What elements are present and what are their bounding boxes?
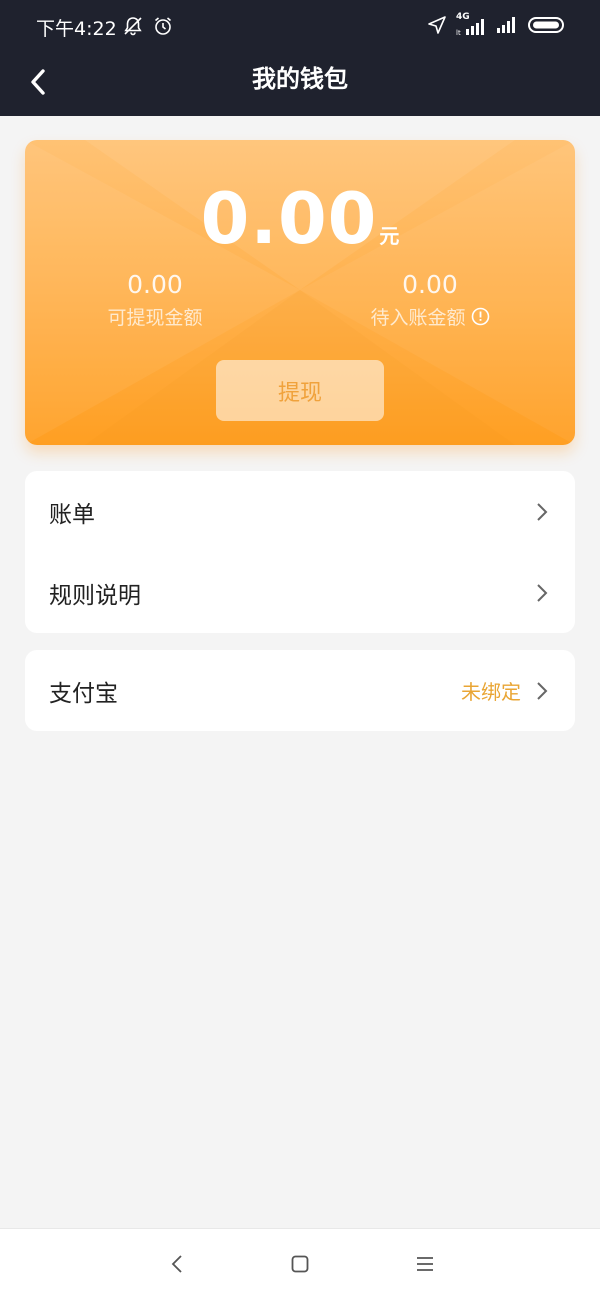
- menu-item-rules[interactable]: 规则说明: [25, 552, 575, 633]
- chevron-right-icon: [535, 680, 549, 702]
- pending-amount-block: 0.00 待入账金额: [330, 270, 530, 330]
- info-icon[interactable]: [471, 307, 490, 326]
- withdraw-button[interactable]: 提现: [216, 360, 384, 421]
- withdrawable-label: 可提现金额: [107, 307, 203, 329]
- network-label: 4G: [456, 12, 470, 22]
- system-back-button[interactable]: [162, 1251, 192, 1281]
- menu-item-bill[interactable]: 账单: [25, 471, 575, 552]
- alarm-icon: [152, 15, 174, 41]
- menu-icon: [415, 1254, 435, 1278]
- chevron-right-icon: [535, 582, 549, 604]
- back-icon: [170, 1253, 184, 1279]
- status-time: 下午4:22: [36, 18, 117, 40]
- system-nav-bar: [0, 1228, 600, 1301]
- pending-label: 待入账金额: [370, 307, 466, 329]
- menu-item-label: 账单: [49, 501, 95, 528]
- chevron-right-icon: [535, 501, 549, 523]
- home-icon: [290, 1254, 310, 1278]
- alipay-item[interactable]: 支付宝 未绑定: [25, 650, 575, 731]
- alipay-label: 支付宝: [49, 680, 118, 707]
- system-home-button[interactable]: [285, 1251, 315, 1281]
- withdrawable-value: 0.00: [127, 270, 183, 299]
- system-menu-button[interactable]: [410, 1251, 440, 1281]
- signal-icon: [495, 15, 519, 39]
- nav-bar: 我的钱包: [0, 54, 600, 116]
- signal-4g-icon: 4G lt: [456, 12, 486, 37]
- payment-card: 支付宝 未绑定: [25, 650, 575, 731]
- pending-value: 0.00: [402, 270, 458, 299]
- svg-text:lt: lt: [456, 29, 461, 37]
- top-header: 下午4:22 4G lt 我的钱包: [0, 0, 600, 116]
- bell-muted-icon: [122, 15, 144, 41]
- balance-unit: 元: [379, 224, 400, 248]
- withdrawable-amount-block: 0.00 可提现金额: [55, 270, 255, 330]
- location-arrow-icon: [427, 15, 447, 39]
- menu-item-label: 规则说明: [49, 582, 141, 609]
- balance-row: 0.00 元: [25, 178, 575, 260]
- menu-card: 账单 规则说明: [25, 471, 575, 633]
- battery-icon: [528, 15, 566, 39]
- status-bar: 下午4:22 4G lt: [0, 0, 600, 54]
- page-title: 我的钱包: [252, 65, 348, 93]
- wallet-card: 0.00 元 0.00 可提现金额 0.00 待入账金额 提现: [25, 140, 575, 445]
- balance-amount: 0.00: [200, 178, 378, 260]
- bind-status: 未绑定: [461, 680, 521, 704]
